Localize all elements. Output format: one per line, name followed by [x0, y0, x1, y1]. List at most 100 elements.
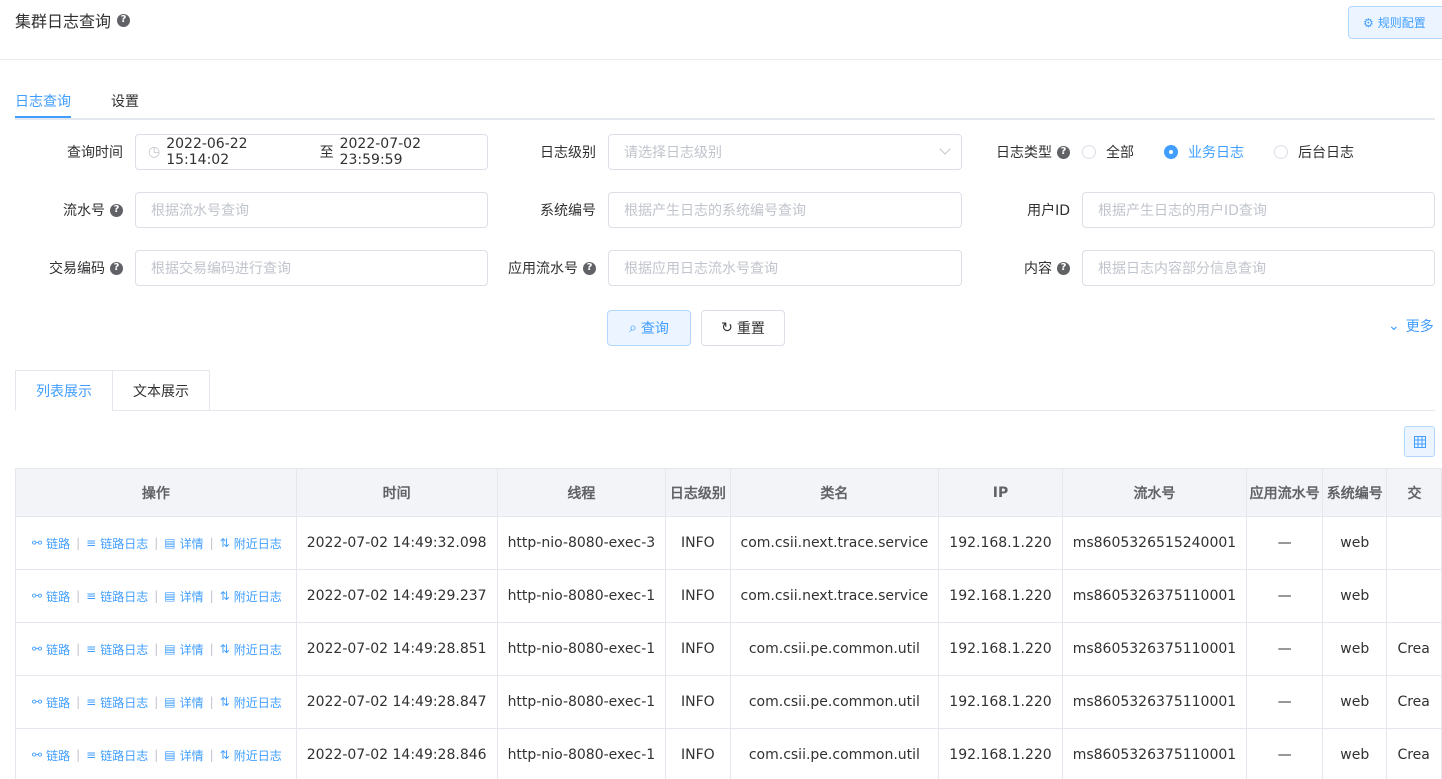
document-icon: ▤ [164, 695, 176, 709]
nearby-log-action[interactable]: ⇅ 附近日志 [220, 535, 282, 552]
cell-ip: 192.168.1.220 [938, 569, 1063, 623]
link-action[interactable]: ⚯ 链路 [32, 641, 70, 658]
list-icon: ≡ [86, 642, 97, 656]
link-icon: ⚯ [32, 748, 43, 762]
table-header-row: 操作 时间 线程 日志级别 类名 IP 流水号 应用流水号 系统编号 交 [15, 468, 1442, 517]
trade-code-label: 交易编码 ? [30, 250, 123, 286]
tab-log-query[interactable]: 日志查询 [15, 91, 71, 111]
radio-circle [1164, 145, 1178, 159]
column-header: 线程 [496, 468, 667, 517]
nearby-log-action[interactable]: ⇅ 附近日志 [220, 694, 282, 711]
nearby-log-action[interactable]: ⇅ 附近日志 [220, 588, 282, 605]
content-input[interactable]: 根据日志内容部分信息查询 [1082, 250, 1435, 286]
link-icon: ⚯ [32, 642, 43, 656]
help-icon[interactable]: ? [110, 203, 123, 217]
radio-business-log[interactable]: 业务日志 [1164, 142, 1244, 162]
cell-actions: ⚯ 链路 | ≡ 链路日志 | ▤ 详情 | ⇅ 附近日志 [15, 516, 297, 570]
nearby-log-action[interactable]: ⇅ 附近日志 [220, 747, 282, 764]
separator: | [76, 748, 81, 762]
query-time-label: 查询时间 [30, 134, 123, 170]
help-icon[interactable]: ? [110, 261, 123, 275]
gear-icon: ⚙ [1363, 15, 1374, 30]
link-log-action[interactable]: ≡ 链路日志 [86, 588, 148, 605]
separator: | [154, 642, 159, 656]
view-tabs: 列表展示 文本展示 [15, 370, 1435, 411]
detail-action[interactable]: ▤ 详情 [164, 588, 203, 605]
serial-input[interactable]: 根据流水号查询 [135, 192, 488, 228]
help-icon[interactable]: ? [1057, 261, 1070, 275]
search-button[interactable]: ⌕ 查询 [607, 310, 691, 346]
radio-all[interactable]: 全部 [1082, 142, 1134, 162]
serial-placeholder: 根据流水号查询 [151, 203, 249, 219]
detail-action[interactable]: ▤ 详情 [164, 535, 203, 552]
list-icon: ≡ [86, 536, 97, 550]
radio-backend-label: 后台日志 [1298, 145, 1354, 161]
cell-serial: ms8605326515240001 [1061, 516, 1248, 570]
cell-system: web [1322, 728, 1388, 779]
log-level-select[interactable]: 请选择日志级别 [608, 134, 962, 170]
cell-trade [1386, 569, 1442, 623]
cell-ip: 192.168.1.220 [938, 622, 1063, 676]
separator: | [76, 695, 81, 709]
tab-settings[interactable]: 设置 [111, 91, 139, 111]
cell-system: web [1322, 516, 1388, 570]
sort-icon: ⇅ [219, 642, 230, 656]
help-icon[interactable]: ? [1057, 145, 1070, 159]
cell-thread: http-nio-8080-exec-1 [496, 569, 667, 623]
app-serial-label-text: 应用流水号 [508, 261, 578, 277]
action-label: 链路日志 [100, 642, 149, 657]
action-label: 附近日志 [233, 536, 282, 551]
action-label: 详情 [179, 589, 204, 604]
cell-level: INFO [665, 569, 731, 623]
query-time-range-input[interactable]: ◷ 2022-06-22 15:14:02 至 2022-07-02 23:59… [135, 134, 488, 170]
detail-action[interactable]: ▤ 详情 [164, 694, 203, 711]
detail-action[interactable]: ▤ 详情 [164, 641, 203, 658]
separator: | [154, 536, 159, 550]
column-header: 应用流水号 [1246, 468, 1324, 517]
action-label: 详情 [179, 536, 204, 551]
system-code-label-text: 系统编号 [540, 203, 596, 219]
link-icon: ⚯ [32, 695, 43, 709]
tab-text-view[interactable]: 文本展示 [112, 370, 210, 411]
nearby-log-action[interactable]: ⇅ 附近日志 [220, 641, 282, 658]
link-action[interactable]: ⚯ 链路 [32, 694, 70, 711]
detail-action[interactable]: ▤ 详情 [164, 747, 203, 764]
user-id-input[interactable]: 根据产生日志的用户ID查询 [1082, 192, 1435, 228]
link-action[interactable]: ⚯ 链路 [32, 747, 70, 764]
list-icon: ≡ [86, 695, 97, 709]
cell-trade: Crea [1386, 622, 1442, 676]
sort-icon: ⇅ [219, 748, 230, 762]
link-action[interactable]: ⚯ 链路 [32, 588, 70, 605]
row-actions: ⚯ 链路 | ≡ 链路日志 | ▤ 详情 | ⇅ 附近日志 [26, 641, 286, 658]
radio-backend-log[interactable]: 后台日志 [1274, 142, 1354, 162]
app-serial-placeholder: 根据应用日志流水号查询 [624, 261, 778, 277]
system-code-input[interactable]: 根据产生日志的系统编号查询 [608, 192, 962, 228]
link-icon: ⚯ [32, 589, 43, 603]
content-label-text: 内容 [1024, 261, 1052, 277]
link-log-action[interactable]: ≡ 链路日志 [86, 641, 148, 658]
more-toggle[interactable]: ⌄ 更多 [1388, 316, 1434, 336]
page-title: 集群日志查询 ? [15, 8, 131, 32]
app-serial-label: 应用流水号 ? [490, 250, 596, 286]
column-settings-button[interactable] [1404, 426, 1435, 457]
link-action[interactable]: ⚯ 链路 [32, 535, 70, 552]
rule-config-button[interactable]: ⚙ 规则配置 [1348, 6, 1442, 39]
cell-serial: ms8605326375110001 [1061, 569, 1248, 623]
link-log-action[interactable]: ≡ 链路日志 [86, 535, 148, 552]
cell-time: 2022-07-02 14:49:28.851 [295, 622, 498, 676]
cell-trade: Crea [1386, 728, 1442, 779]
cell-serial: ms8605326375110001 [1061, 622, 1248, 676]
cell-ip: 192.168.1.220 [938, 516, 1063, 570]
rule-config-label: 规则配置 [1377, 16, 1426, 30]
trade-code-input[interactable]: 根据交易编码进行查询 [135, 250, 488, 286]
app-serial-input[interactable]: 根据应用日志流水号查询 [608, 250, 962, 286]
cell-actions: ⚯ 链路 | ≡ 链路日志 | ▤ 详情 | ⇅ 附近日志 [15, 622, 297, 676]
user-id-placeholder: 根据产生日志的用户ID查询 [1098, 203, 1267, 219]
tab-list-view[interactable]: 列表展示 [15, 370, 113, 411]
help-icon[interactable]: ? [583, 261, 596, 275]
link-log-action[interactable]: ≡ 链路日志 [86, 694, 148, 711]
reset-button[interactable]: ↻ 重置 [701, 310, 785, 346]
link-log-action[interactable]: ≡ 链路日志 [86, 747, 148, 764]
more-label: 更多 [1405, 319, 1434, 335]
help-icon[interactable]: ? [117, 13, 131, 27]
